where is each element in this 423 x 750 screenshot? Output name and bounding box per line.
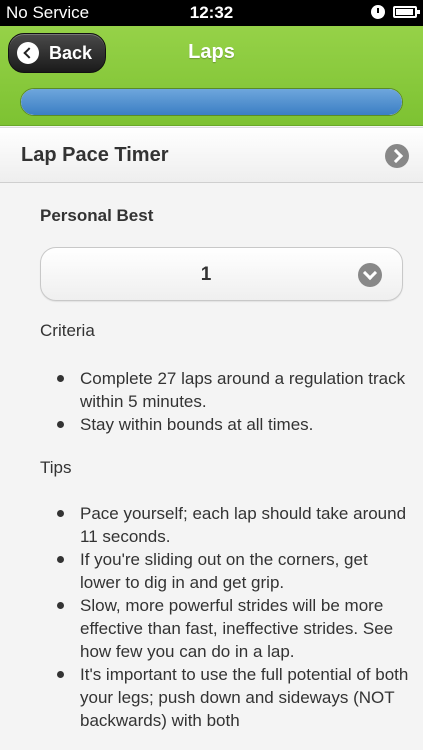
tips-heading: Tips [40, 458, 72, 477]
list-item: It's important to use the full potential… [57, 665, 409, 730]
list-item: If you're sliding out on the corners, ge… [57, 548, 410, 594]
nav-header: Back Laps [0, 26, 423, 126]
battery-icon [393, 6, 420, 18]
page-title: Laps [188, 41, 235, 63]
list-item: Stay within bounds at all times. [57, 413, 410, 436]
status-icons [371, 5, 420, 19]
section-row-lap-pace-timer[interactable]: Lap Pace Timer [0, 127, 423, 183]
chevron-down-icon [358, 263, 382, 287]
list-item: Pace yourself; each lap should take arou… [57, 502, 410, 548]
section-title: Lap Pace Timer [21, 144, 169, 166]
chevron-right-icon [385, 144, 409, 168]
personal-best-label: Personal Best [40, 206, 154, 225]
lock-icon [371, 5, 385, 19]
status-time: 12:32 [189, 3, 234, 22]
progress-bar [20, 88, 403, 116]
status-bar: No Service 12:32 [0, 0, 423, 26]
list-item: Slow, more powerful strides will be more… [57, 594, 410, 663]
tips-list: Pace yourself; each lap should take arou… [57, 502, 410, 732]
personal-best-value: 1 [200, 264, 212, 285]
progress-fill [21, 89, 402, 115]
criteria-list: Complete 27 laps around a regulation tra… [57, 367, 410, 436]
criteria-heading: Criteria [40, 321, 95, 340]
personal-best-select[interactable]: 1 [40, 247, 403, 301]
list-item: Complete 27 laps around a regulation tra… [57, 367, 410, 413]
